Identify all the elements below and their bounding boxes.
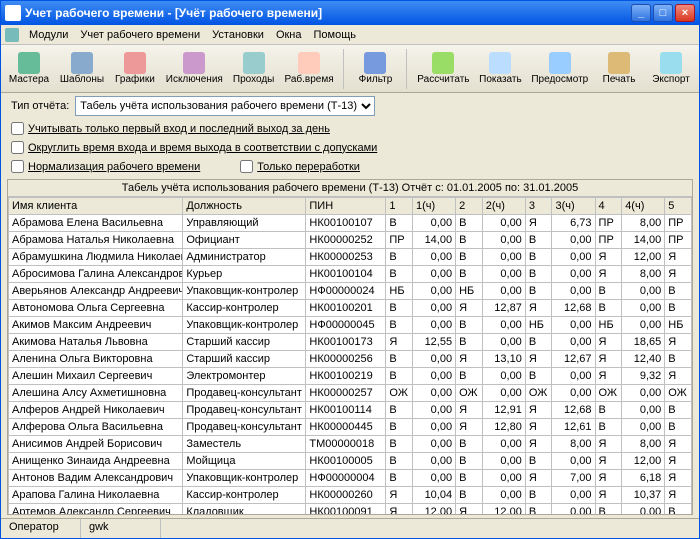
report-type-label: Тип отчёта: <box>11 100 69 112</box>
table-row[interactable]: Алферова Ольга ВасильевнаПродавец-консул… <box>9 419 692 436</box>
toolbar-icon <box>660 52 682 74</box>
toolbar-label: Проходы <box>233 74 274 85</box>
table-row[interactable]: Акимова Наталья ЛьвовнаСтарший кассирНК0… <box>9 334 692 351</box>
col-header[interactable]: 4(ч) <box>622 198 665 215</box>
status-operator: Оператор <box>1 519 81 538</box>
table-row[interactable]: Акимов Максим АндреевичУпаковщик-контрол… <box>9 317 692 334</box>
table-row[interactable]: Абрамова Елена ВасильевнаУправляющийНК00… <box>9 215 692 232</box>
col-header[interactable]: Имя клиента <box>9 198 183 215</box>
menu-0[interactable]: Модули <box>23 27 74 43</box>
menubar-icon <box>5 28 19 42</box>
table-row[interactable]: Аленина Ольга ВикторовнаСтарший кассирНК… <box>9 351 692 368</box>
table-row[interactable]: Алешин Михаил СергеевичЭлектромонтерНК00… <box>9 368 692 385</box>
minimize-button[interactable]: _ <box>631 4 651 22</box>
toolbar-label: Печать <box>603 74 636 85</box>
table-row[interactable]: Алферов Андрей НиколаевичПродавец-консул… <box>9 402 692 419</box>
chk-round[interactable]: Округлить время входа и время выхода в с… <box>11 141 377 154</box>
toolbar-label: Предосмотр <box>531 74 588 85</box>
app-icon <box>5 5 21 21</box>
table-row[interactable]: Алешина Алсу АхметишновнаПродавец-консул… <box>9 385 692 402</box>
toolbtn-графики[interactable]: Графики <box>111 47 159 91</box>
col-header[interactable]: 2 <box>456 198 483 215</box>
col-header[interactable]: 2(ч) <box>482 198 525 215</box>
toolbtn-исключения[interactable]: Исключения <box>163 47 226 91</box>
data-grid: Табель учёта использования рабочего врем… <box>7 179 693 515</box>
toolbar-icon <box>298 52 320 74</box>
col-header[interactable]: 5 <box>665 198 692 215</box>
maximize-button[interactable]: □ <box>653 4 673 22</box>
toolbar-icon <box>549 52 571 74</box>
toolbar-label: Исключения <box>166 74 223 85</box>
chk-overtime[interactable]: Только переработки <box>240 160 360 173</box>
col-header[interactable]: Должность <box>183 198 306 215</box>
statusbar: Оператор gwk <box>1 518 699 538</box>
toolbtn-проходы[interactable]: Проходы <box>230 47 278 91</box>
table-row[interactable]: Анисимов Андрей БорисовичЗаместельТМ0000… <box>9 436 692 453</box>
table-row[interactable]: Артемов Александр СергеевичКладовщикНК00… <box>9 504 692 515</box>
report-type-select[interactable]: Табель учёта использования рабочего врем… <box>75 96 375 116</box>
toolbar: Мастера Шаблоны Графики Исключения Проходы Ра… <box>1 45 699 93</box>
menu-3[interactable]: Окна <box>270 27 308 43</box>
titlebar[interactable]: Учет рабочего времени - [Учёт рабочего в… <box>1 1 699 25</box>
menu-2[interactable]: Установки <box>206 27 270 43</box>
col-header[interactable]: 3 <box>525 198 552 215</box>
table-row[interactable]: Антонов Вадим АлександровичУпаковщик-кон… <box>9 470 692 487</box>
table-row[interactable]: Абрамушкина Людмила НиколаевнаАдминистра… <box>9 249 692 266</box>
menu-1[interactable]: Учет рабочего времени <box>74 27 206 43</box>
toolbar-icon <box>364 52 386 74</box>
col-header[interactable]: 4 <box>595 198 622 215</box>
toolbar-icon <box>432 52 454 74</box>
toolbtn-предосмотр[interactable]: Предосмотр <box>529 47 591 91</box>
toolbar-icon <box>608 52 630 74</box>
col-header[interactable]: ПИН <box>306 198 386 215</box>
toolbar-separator <box>406 49 407 89</box>
close-button[interactable]: × <box>675 4 695 22</box>
toolbar-icon <box>243 52 265 74</box>
table-row[interactable]: Абросимова Галина АлександровнаКурьерНК0… <box>9 266 692 283</box>
toolbtn-рассчитать[interactable]: Рассчитать <box>414 47 472 91</box>
toolbar-label: Шаблоны <box>60 74 104 85</box>
table-row[interactable]: Автономова Ольга СергеевнаКассир-контрол… <box>9 300 692 317</box>
toolbar-label: Раб.время <box>285 74 334 85</box>
menubar: МодулиУчет рабочего времениУстановкиОкна… <box>1 25 699 45</box>
chk-first-last[interactable]: Учитывать только первый вход и последний… <box>11 122 330 135</box>
toolbtn-фильтр[interactable]: Фильтр <box>351 47 399 91</box>
col-header[interactable]: 1 <box>386 198 413 215</box>
window-title: Учет рабочего времени - [Учёт рабочего в… <box>25 6 631 20</box>
toolbtn-печать[interactable]: Печать <box>595 47 643 91</box>
report-type-row: Тип отчёта: Табель учёта использования р… <box>1 93 699 119</box>
col-header[interactable]: 3(ч) <box>552 198 595 215</box>
toolbtn-шаблоны[interactable]: Шаблоны <box>57 47 107 91</box>
toolbar-label: Мастера <box>9 74 49 85</box>
chk-normalize[interactable]: Нормализация рабочего времени <box>11 160 200 173</box>
toolbtn-раб.время[interactable]: Раб.время <box>282 47 337 91</box>
toolbar-separator <box>343 49 344 89</box>
timesheet-table[interactable]: Имя клиентаДолжностьПИН11(ч)22(ч)33(ч)44… <box>8 197 692 514</box>
toolbar-icon <box>71 52 93 74</box>
table-row[interactable]: Арапова Галина НиколаевнаКассир-контроле… <box>9 487 692 504</box>
main-window: Учет рабочего времени - [Учёт рабочего в… <box>0 0 700 539</box>
table-row[interactable]: Аверьянов Александр АндреевичУпаковщик-к… <box>9 283 692 300</box>
toolbar-label: Графики <box>115 74 155 85</box>
col-header[interactable]: 1(ч) <box>413 198 456 215</box>
toolbtn-мастера[interactable]: Мастера <box>5 47 53 91</box>
toolbar-icon <box>124 52 146 74</box>
grid-scroll[interactable]: Имя клиентаДолжностьПИН11(ч)22(ч)33(ч)44… <box>8 197 692 514</box>
grid-caption: Табель учёта использования рабочего врем… <box>8 180 692 197</box>
toolbar-icon <box>489 52 511 74</box>
toolbar-label: Фильтр <box>359 74 393 85</box>
table-row[interactable]: Абрамова Наталья НиколаевнаОфициантНК000… <box>9 232 692 249</box>
menu-4[interactable]: Помощь <box>308 27 363 43</box>
status-user: gwk <box>81 519 161 538</box>
toolbar-icon <box>183 52 205 74</box>
toolbar-icon <box>18 52 40 74</box>
toolbtn-экспорт[interactable]: Экспорт <box>647 47 695 91</box>
toolbar-label: Рассчитать <box>417 74 469 85</box>
table-row[interactable]: Анищенко Зинаида АндреевнаМойщицаНК00100… <box>9 453 692 470</box>
toolbar-label: Показать <box>479 74 522 85</box>
toolbtn-показать[interactable]: Показать <box>476 47 524 91</box>
toolbar-label: Экспорт <box>652 74 690 85</box>
